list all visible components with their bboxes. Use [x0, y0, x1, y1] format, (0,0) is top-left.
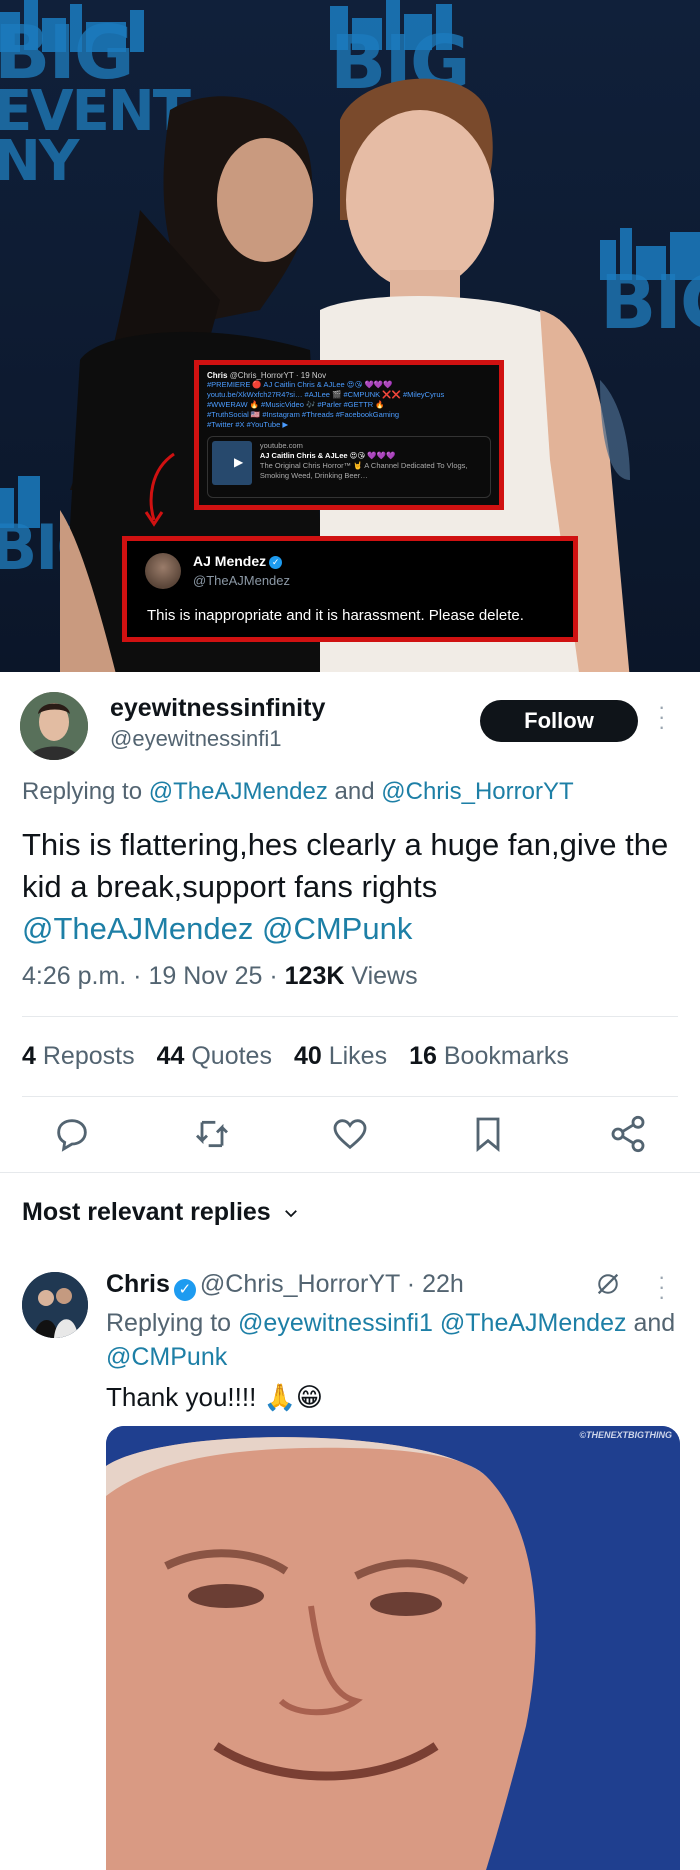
link-title: AJ Caitlin Chris & AJLee 😍😘 💜💜💜 — [259, 451, 396, 460]
divider — [22, 1016, 678, 1017]
more-options-icon[interactable]: · · · — [658, 696, 665, 738]
embedded-tweet-line: #PREMIERE 🔴 AJ Caitlin Chris & AJLee 😍😘 … — [207, 380, 393, 389]
avatar — [145, 553, 181, 589]
views-label: Views — [351, 962, 418, 990]
replies-sort-dropdown[interactable]: Most relevant replies — [22, 1198, 300, 1227]
reposts-stat[interactable]: 4 Reposts — [22, 1042, 135, 1071]
display-name[interactable]: eyewitnessinfinity — [110, 694, 325, 723]
mention-link[interactable]: @CMPunk — [262, 911, 412, 946]
avatar-photo — [22, 1272, 88, 1338]
mention-link[interactable]: @CMPunk — [106, 1343, 227, 1371]
verified-badge-icon: ✓ — [173, 1279, 196, 1301]
embedded-link-card: youtube.com AJ Caitlin Chris & AJLee 😍😘 … — [207, 436, 491, 498]
avatar[interactable] — [20, 692, 88, 760]
chevron-down-icon — [284, 1210, 297, 1218]
post-media-image[interactable]: BIGEVENTNY BIG BIG BIG — [0, 0, 700, 672]
tweet-meta: 4:26 p.m. · 19 Nov 25 · 123K Views — [22, 962, 418, 990]
embedded-tweet-line: #Twitter #X #YouTube ▶ — [207, 420, 289, 429]
tweet-author-row: eyewitnessinfinity @eyewitnessinfi1 Foll… — [0, 672, 700, 772]
user-handle[interactable]: @eyewitnessinfi1 — [110, 726, 282, 752]
replying-to: Replying to @TheAJMendez and @Chris_Horr… — [22, 778, 574, 805]
embedded-tweet-screenshot: Chris @Chris_HorrorYT · 19 Nov #PREMIERE… — [194, 360, 504, 510]
embedded-tweet-header: Chris @Chris_HorrorYT · 19 Nov — [207, 371, 327, 380]
mention-link[interactable]: @eyewitnessinfi1 — [238, 1309, 433, 1337]
follow-button[interactable]: Follow — [480, 700, 638, 742]
avatar[interactable] — [22, 1272, 88, 1338]
mention-link[interactable]: @Chris_HorrorYT — [381, 778, 573, 805]
tweet-action-bar — [0, 1100, 700, 1166]
reply-header: Chris ✓ @Chris_HorrorYT · 22h — [106, 1270, 464, 1301]
divider — [22, 1096, 678, 1097]
embedded-tweet-line: youtu.be/XkWxfch27R4?si… #AJLee 🎬 #CMPUN… — [207, 390, 445, 399]
more-options-icon[interactable]: · · · — [658, 1266, 665, 1308]
replying-to: Replying to @eyewitnessinfi1 @TheAJMende… — [106, 1309, 676, 1371]
quotes-stat[interactable]: 44 Quotes — [157, 1042, 272, 1071]
media-watermark: ©THENEXTBIGTHING — [579, 1430, 672, 1440]
embedded-tweet-line: #WWERAW 🔥 #MusicVideo 🎶 #Parler #GETTR 🔥 — [207, 400, 385, 409]
tweet-stats: 4 Reposts 44 Quotes 40 Likes 16 Bookmark… — [22, 1042, 569, 1071]
video-thumbnail — [212, 441, 252, 485]
bookmarks-stat[interactable]: 16 Bookmarks — [409, 1042, 569, 1071]
reply-icon[interactable] — [52, 1114, 92, 1154]
views-count: 123K — [284, 962, 345, 990]
like-icon[interactable] — [330, 1114, 370, 1154]
red-arrow-icon — [144, 452, 175, 527]
reply-card-handle: @TheAJMendez — [193, 573, 291, 588]
repost-icon[interactable] — [192, 1114, 232, 1154]
reply-card-name: AJ Mendez ✓ — [193, 553, 283, 569]
embedded-tweet-line: #TruthSocial 🇺🇸 #Instagram #Threads #Fac… — [207, 410, 400, 419]
reply-text: Thank you!!!! 🙏😁 — [106, 1382, 324, 1412]
reply-author-name[interactable]: Chris — [106, 1270, 170, 1298]
section-divider — [0, 1172, 700, 1173]
grok-icon[interactable] — [594, 1270, 622, 1298]
reply-author-handle[interactable]: @Chris_HorrorYT — [200, 1270, 400, 1298]
link-description: The Original Chris Horror™ 🤘 A Channel D… — [259, 461, 468, 480]
mention-link[interactable]: @TheAJMendez — [22, 911, 253, 946]
avatar-portrait — [20, 692, 88, 760]
crying-face-photo — [106, 1426, 680, 1870]
mention-link[interactable]: @TheAJMendez — [440, 1309, 627, 1337]
mention-link[interactable]: @TheAJMendez — [149, 778, 328, 805]
share-icon[interactable] — [608, 1114, 648, 1154]
verified-badge-icon: ✓ — [269, 556, 283, 569]
reply-age[interactable]: 22h — [422, 1270, 464, 1298]
tweet-date[interactable]: 19 Nov 25 — [148, 962, 262, 990]
tweet-text: This is flattering,hes clearly a huge fa… — [22, 827, 669, 946]
link-domain: youtube.com — [259, 441, 303, 450]
bookmark-icon[interactable] — [468, 1114, 508, 1154]
tweet-time[interactable]: 4:26 p.m. — [22, 962, 126, 990]
reply-card-text: This is inappropriate and it is harassme… — [147, 607, 524, 624]
reply-media-image[interactable]: ©THENEXTBIGTHING — [106, 1426, 680, 1870]
highlighted-reply-screenshot: AJ Mendez ✓ @TheAJMendez This is inapprop… — [122, 536, 578, 642]
likes-stat[interactable]: 40 Likes — [294, 1042, 387, 1071]
